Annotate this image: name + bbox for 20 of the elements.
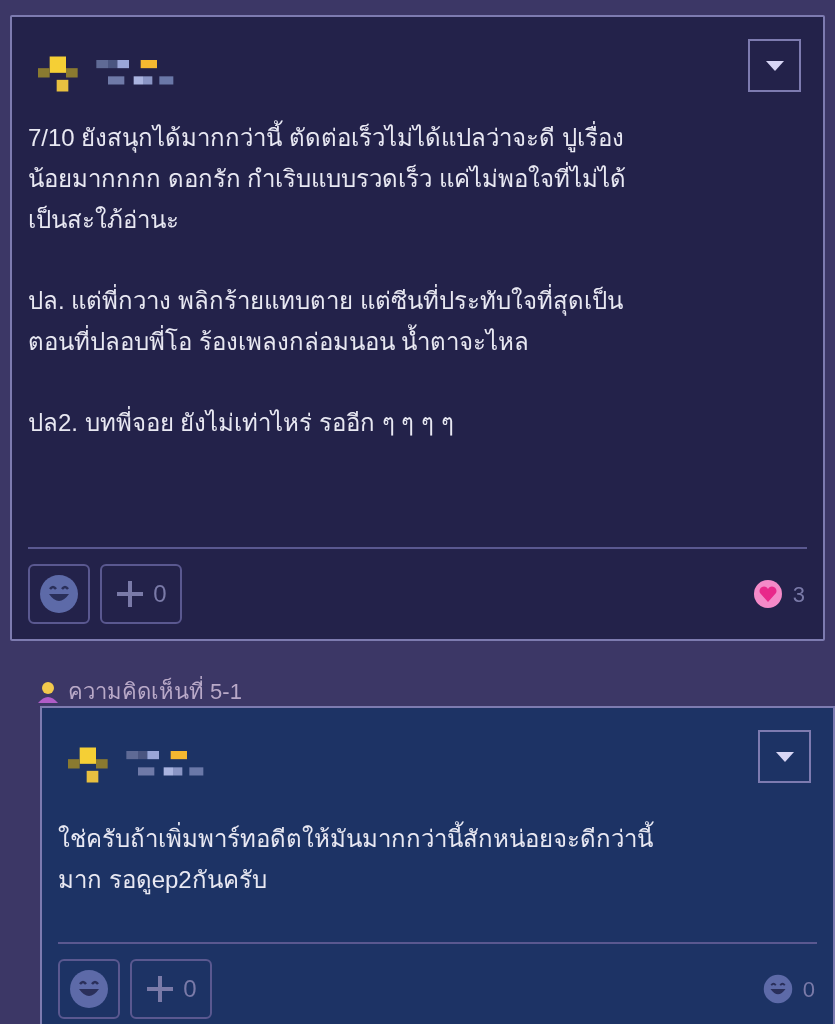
caret-icon: [765, 60, 784, 71]
reaction-count: 0: [802, 975, 815, 1004]
comment-number[interactable]: ความคิดเห็นที่ 5-1: [68, 674, 242, 708]
comment-text: ปล. แต่พี่กวาง พลิกร้ายแทบตาย แต่ซีนที่ประทับใจที่สุดเป็น ตอนที่ปลอบพี่โอ ร้องเพลงกล่อมนอน น้ำตาจะไหล: [28, 280, 807, 362]
smiley-icon: [39, 574, 79, 614]
plus-button[interactable]: 0: [130, 959, 212, 1019]
emoji-button[interactable]: [28, 564, 90, 624]
reaction-count: 3: [792, 580, 805, 609]
plus-button[interactable]: 0: [100, 564, 182, 624]
caret-icon: [775, 751, 794, 762]
dropdown-button[interactable]: [758, 730, 811, 783]
plus-icon: [115, 579, 146, 609]
dropdown-button[interactable]: [748, 39, 801, 92]
comment-text: ใช่ครับถ้าเพิ่มพาร์ทอดีตให้มันมากกว่านี้สักหน่อยจะดีกว่านี้ มาก รอดูep2กันครับ: [58, 818, 817, 900]
emoji-button[interactable]: [58, 959, 120, 1019]
comment-text: ปล2. บทพี่จอย ยังไม่เท่าไหร่ รออีก ๆ ๆ ๆ ๆ: [28, 402, 807, 443]
smiley-icon: [69, 969, 109, 1009]
plus-icon: [145, 974, 176, 1004]
person-icon: [36, 679, 60, 703]
comment-text: 7/10 ยังสนุกได้มากกว่านี้ ตัดต่อเร็วไม่ได้แปลว่าจะดี ปูเรื่อง น้อยมากกกก ดอกรัก กำเริบแบบรวดเร็ว แค่ไม่พอใจที่ไม่ได้ เป็นสะใภ้อ่านะ: [28, 117, 807, 240]
